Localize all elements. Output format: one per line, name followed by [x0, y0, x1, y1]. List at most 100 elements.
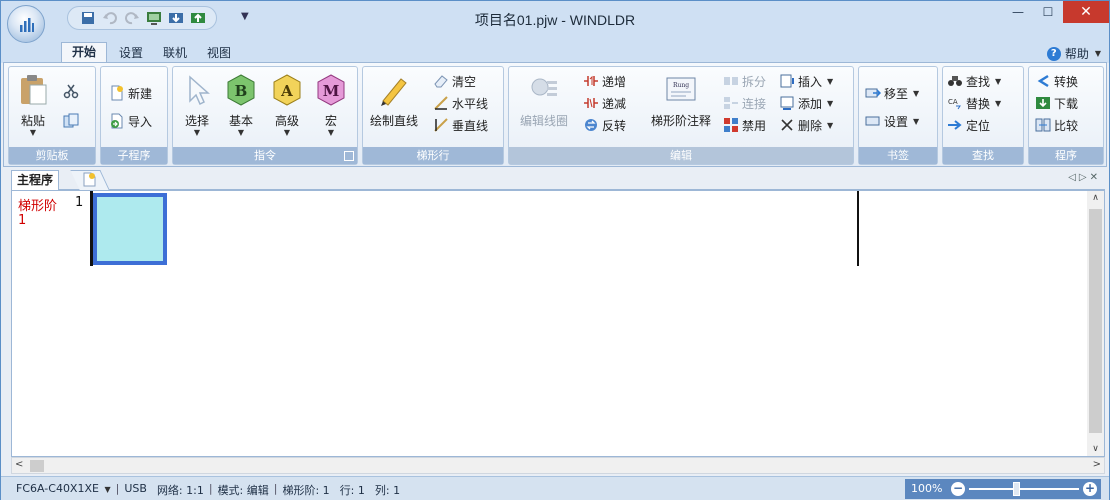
basic-instruction-icon: B: [227, 74, 255, 106]
plc-type[interactable]: FC6A-C40X1XE ▼: [11, 482, 116, 498]
scroll-down-icon[interactable]: ∨: [1087, 444, 1104, 454]
coil-settings-icon: [531, 78, 557, 96]
tab-navigation[interactable]: ◁▷✕: [1068, 172, 1101, 183]
cursor-cell[interactable]: [93, 193, 167, 265]
tab-home[interactable]: 开始: [61, 42, 108, 64]
tab-main-program[interactable]: 主程序: [11, 170, 60, 190]
chevron-down-icon: ▼: [827, 76, 834, 86]
zoom-level: 100%: [911, 482, 943, 495]
maximize-button[interactable]: ☐: [1033, 1, 1063, 23]
zoom-out-button[interactable]: −: [951, 482, 965, 496]
advanced-instruction-button[interactable]: A 高级 ▼: [265, 71, 309, 143]
application-menu-button[interactable]: [7, 5, 45, 43]
horizontal-scroll-thumb[interactable]: [30, 460, 44, 472]
increment-button[interactable]: 递增: [583, 71, 626, 91]
zoom-slider-track[interactable]: [969, 488, 1079, 490]
import-subroutine-button[interactable]: 导入: [109, 111, 152, 131]
new-file-icon: [111, 85, 123, 101]
cut-button[interactable]: [63, 81, 79, 101]
tab-view[interactable]: 视图: [197, 44, 241, 64]
svg-text:B: B: [235, 82, 248, 100]
scroll-up-icon[interactable]: ∧: [1087, 193, 1104, 203]
horizontal-line-button[interactable]: 水平线: [433, 93, 488, 113]
move-to-button[interactable]: 移至 ▼: [865, 83, 919, 103]
replace-button[interactable]: CA 替换 ▼: [947, 93, 1001, 113]
help-menu[interactable]: ? 帮助 ▼: [1046, 45, 1101, 62]
dialog-launcher-icon[interactable]: [344, 151, 354, 161]
svg-text:M: M: [323, 82, 340, 100]
connect-icon: [724, 97, 738, 109]
draw-line-button[interactable]: 绘制直线: [367, 71, 421, 143]
vertical-scroll-thumb[interactable]: [1089, 209, 1102, 433]
ladder-editor[interactable]: 梯形阶 1 1 ∧ ∨: [11, 190, 1105, 457]
svg-text:CA: CA: [948, 98, 958, 106]
find-button[interactable]: 查找 ▼: [947, 71, 1001, 91]
clear-button[interactable]: 清空: [433, 71, 476, 91]
connection-status: USB: [124, 482, 147, 495]
add-button[interactable]: 添加 ▼: [779, 93, 833, 113]
vertical-scrollbar[interactable]: ∧ ∨: [1087, 191, 1104, 456]
arrow-right-icon: [948, 120, 962, 130]
scroll-right-icon[interactable]: >: [1093, 459, 1101, 470]
vertical-line-button[interactable]: 垂直线: [433, 115, 488, 135]
rung-status: 梯形阶: 1: [282, 484, 330, 497]
group-label-find: 查找: [943, 147, 1023, 164]
replace-icon: CA: [948, 98, 961, 110]
new-subroutine-button[interactable]: 新建: [109, 83, 152, 103]
group-label-bookmark: 书签: [859, 147, 937, 164]
chevron-down-icon: ▼: [827, 98, 834, 108]
add-label: 添加: [798, 96, 823, 111]
compare-icon: [1035, 118, 1051, 132]
delete-button[interactable]: 删除 ▼: [779, 115, 833, 135]
scroll-left-icon[interactable]: <: [15, 459, 23, 470]
split-button[interactable]: 拆分: [723, 71, 766, 91]
basic-label: 基本: [228, 114, 253, 128]
disable-button[interactable]: 禁用: [723, 115, 766, 135]
window-controls: — ☐ ✕: [1003, 1, 1109, 23]
paste-button[interactable]: 粘贴 ▼: [11, 71, 55, 143]
bookmark-set-button[interactable]: 设置 ▼: [865, 111, 919, 131]
horizontal-scrollbar[interactable]: < >: [11, 457, 1105, 474]
group-find: 查找 ▼ CA 替换 ▼ 定位 查找: [942, 66, 1024, 165]
ribbon: 粘贴 ▼ 剪贴板 新建 导入 子程序 选择 ▼ B 基本 ▼ A 高级 ▼ M …: [3, 62, 1107, 167]
rung-comment-button[interactable]: Rung 梯形阶注释: [643, 71, 719, 143]
decrement-button[interactable]: 递减: [583, 93, 626, 113]
replace-label: 替换: [966, 96, 991, 111]
chevron-down-icon: ▼: [913, 88, 920, 98]
paste-label: 粘贴: [20, 114, 45, 128]
macro-label: 宏: [324, 114, 337, 128]
help-label: 帮助: [1064, 47, 1089, 61]
connect-label: 连接: [742, 96, 767, 111]
pencil-icon: [381, 78, 407, 106]
copy-button[interactable]: [63, 111, 79, 131]
compare-button[interactable]: 比较: [1035, 115, 1078, 135]
tab-settings[interactable]: 设置: [109, 44, 153, 64]
find-label: 查找: [966, 74, 991, 89]
decrement-label: 递减: [602, 96, 627, 111]
cut-icon: [63, 84, 79, 99]
select-button[interactable]: 选择 ▼: [175, 71, 219, 143]
move-to-label: 移至: [884, 86, 909, 101]
edit-coil-button[interactable]: 编辑线圈: [515, 71, 573, 143]
help-icon: ?: [1046, 46, 1061, 61]
zoom-in-button[interactable]: +: [1083, 482, 1097, 496]
basic-instruction-button[interactable]: B 基本 ▼: [219, 71, 263, 143]
split-icon: [724, 77, 738, 85]
zoom-slider-thumb[interactable]: [1013, 482, 1020, 496]
locate-button[interactable]: 定位: [947, 115, 990, 135]
group-label-edit: 编辑: [509, 147, 853, 164]
locate-label: 定位: [966, 118, 991, 133]
title-bar: ▼ 项目名01.pjw - WINDLDR — ☐ ✕: [1, 1, 1109, 43]
invert-button[interactable]: 反转: [583, 115, 626, 135]
horizontal-line-label: 水平线: [452, 96, 489, 111]
tab-online[interactable]: 联机: [153, 44, 197, 64]
macro-button[interactable]: M 宏 ▼: [309, 71, 353, 143]
close-button[interactable]: ✕: [1063, 1, 1109, 23]
chevron-down-icon: ▼: [29, 128, 37, 137]
program-download-button[interactable]: 下载: [1035, 93, 1078, 113]
connect-button[interactable]: 连接: [723, 93, 766, 113]
convert-button[interactable]: 转换: [1035, 71, 1078, 91]
minimize-button[interactable]: —: [1003, 1, 1033, 23]
plc-type-label: FC6A-C40X1XE: [16, 482, 99, 495]
insert-button[interactable]: 插入 ▼: [779, 71, 833, 91]
